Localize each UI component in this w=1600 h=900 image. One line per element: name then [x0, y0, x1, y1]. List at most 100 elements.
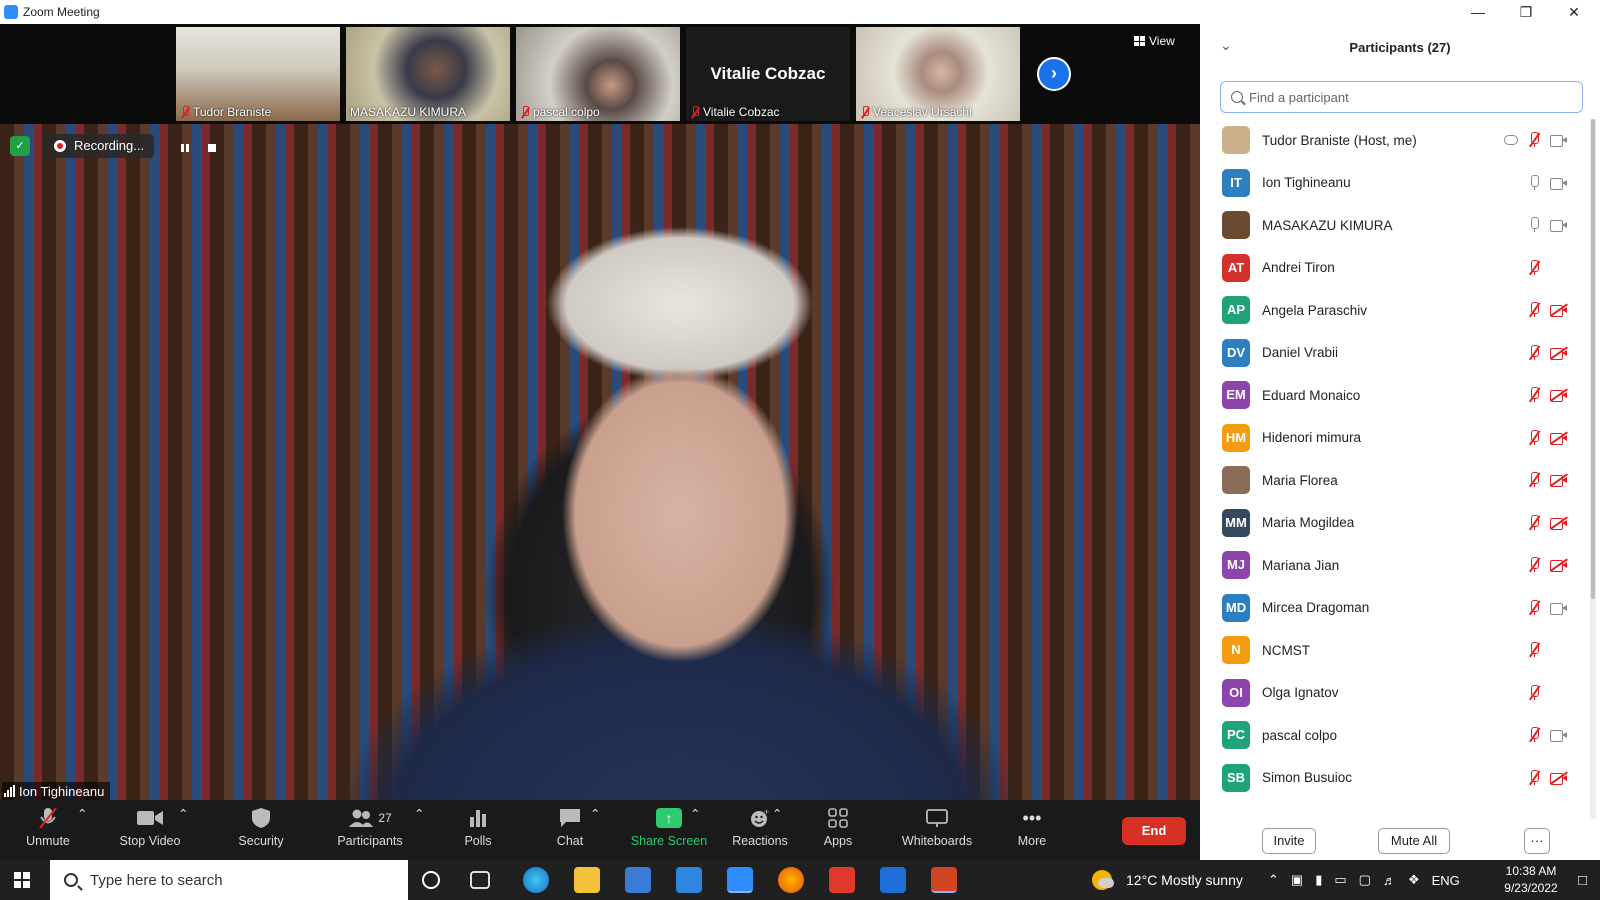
chat-caret-icon[interactable]: ⌃ [590, 806, 600, 821]
video-camera-icon[interactable] [1550, 602, 1568, 615]
participant-row[interactable]: MJ Mariana Jian [1200, 544, 1590, 586]
more-button[interactable]: ••• More [1002, 806, 1062, 849]
participant-row[interactable]: AT Andrei Tiron [1200, 247, 1590, 289]
mic-icon[interactable] [1528, 174, 1540, 191]
video-off-icon[interactable] [1550, 303, 1568, 317]
apps-button[interactable]: Apps [808, 806, 868, 848]
microphone-tray-icon[interactable]: ▮ [1315, 872, 1322, 888]
close-button[interactable]: ✕ [1551, 0, 1597, 24]
video-thumb-4[interactable]: Vitalie Cobzac Vitalie Cobzac [686, 27, 850, 121]
muted-mic-icon[interactable] [1528, 727, 1540, 743]
taskbar-clock[interactable]: 10:38 AM 9/23/2022 [1490, 863, 1572, 897]
video-thumb-3[interactable]: pascal colpo [516, 27, 680, 121]
mute-all-button[interactable]: Mute All [1378, 828, 1450, 854]
language-indicator[interactable]: ENG [1432, 873, 1460, 888]
view-button[interactable]: View [1134, 34, 1175, 48]
video-off-icon[interactable] [1550, 345, 1568, 360]
muted-mic-icon[interactable] [1528, 514, 1540, 531]
unmute-button[interactable]: Unmute [18, 806, 78, 848]
find-participant-input[interactable]: Find a participant [1220, 81, 1583, 113]
video-camera-icon[interactable] [1550, 177, 1568, 190]
cortana-icon[interactable] [422, 871, 440, 889]
participant-list-scrollbar[interactable] [1590, 119, 1596, 819]
taskbar-search-box[interactable]: Type here to search [50, 860, 408, 900]
participant-row[interactable]: OI Olga Ignatov [1200, 672, 1590, 714]
video-off-icon[interactable] [1550, 473, 1568, 487]
share-screen-button[interactable]: ↑ Share Screen [624, 806, 714, 848]
participants-caret-icon[interactable]: ⌃ [414, 806, 424, 821]
muted-mic-icon[interactable] [1528, 387, 1540, 403]
tray-overflow-chevron-icon[interactable]: ⌃ [1268, 872, 1279, 888]
desktop-app-icon[interactable] [880, 867, 906, 893]
video-thumb-1[interactable]: Tudor Braniste [176, 27, 340, 121]
weather-widget[interactable]: 12°C Mostly sunny [1092, 860, 1243, 900]
muted-mic-icon[interactable] [1528, 642, 1540, 658]
display-icon[interactable]: ▢ [1359, 872, 1371, 888]
mail-icon[interactable] [676, 867, 702, 893]
volume-icon[interactable]: ♬ [1383, 873, 1396, 888]
participant-row[interactable]: Maria Florea [1200, 459, 1590, 501]
reactions-button[interactable]: + Reactions [722, 806, 798, 848]
notifications-icon[interactable]: □ [1578, 860, 1587, 900]
video-options-caret-icon[interactable]: ⌃ [178, 806, 188, 821]
muted-mic-icon[interactable] [1528, 684, 1540, 701]
participant-row[interactable]: PC pascal colpo [1200, 714, 1590, 756]
muted-mic-icon[interactable] [1528, 599, 1540, 616]
video-camera-icon[interactable] [1550, 729, 1568, 742]
edge-browser-icon[interactable] [523, 867, 549, 893]
video-camera-icon[interactable] [1550, 134, 1568, 147]
muted-mic-icon[interactable] [1528, 302, 1540, 318]
file-explorer-icon[interactable] [574, 867, 600, 893]
microsoft-store-icon[interactable] [625, 867, 651, 893]
powerpoint-icon[interactable] [931, 867, 957, 893]
participants-button[interactable]: 27 Participants [330, 806, 410, 848]
zoom-taskbar-icon[interactable] [727, 867, 753, 893]
dropbox-icon[interactable]: ❖ [1408, 872, 1420, 888]
participant-row[interactable]: MASAKAZU KIMURA [1200, 204, 1590, 246]
muted-mic-icon[interactable] [1528, 472, 1540, 488]
muted-mic-icon[interactable] [1528, 769, 1540, 786]
video-off-icon[interactable] [1550, 388, 1568, 402]
video-thumb-5[interactable]: Veaceslav Ursachi [856, 27, 1020, 121]
video-thumb-2[interactable]: MASAKAZU KIMURA [346, 27, 510, 121]
whiteboards-button[interactable]: Whiteboards [892, 806, 982, 848]
more-options-button[interactable]: ··· [1524, 828, 1550, 854]
task-view-icon[interactable] [470, 871, 490, 889]
participant-row[interactable]: IT Ion Tighineanu [1200, 162, 1590, 204]
participant-row[interactable]: DV Daniel Vrabii [1200, 332, 1590, 374]
muted-mic-icon[interactable] [1528, 344, 1540, 361]
polls-button[interactable]: Polls [448, 806, 508, 848]
video-camera-icon[interactable] [1550, 219, 1568, 232]
mic-icon[interactable] [1528, 217, 1540, 233]
video-off-icon[interactable] [1550, 515, 1568, 530]
participant-row[interactable]: AP Angela Paraschiv [1200, 289, 1590, 331]
video-off-icon[interactable] [1550, 770, 1568, 785]
participant-row[interactable]: MD Mircea Dragoman [1200, 587, 1590, 629]
stop-recording-icon[interactable] [207, 140, 217, 152]
pause-recording-icon[interactable] [180, 140, 190, 152]
windows-start-icon[interactable] [14, 872, 30, 888]
muted-mic-icon[interactable] [1528, 259, 1540, 276]
minimize-button[interactable]: — [1455, 0, 1501, 24]
invite-button[interactable]: Invite [1262, 828, 1316, 854]
participant-row[interactable]: HM Hidenori mimura [1200, 417, 1590, 459]
participant-row[interactable]: Tudor Braniste (Host, me) [1200, 119, 1590, 161]
share-options-caret-icon[interactable]: ⌃ [690, 806, 700, 821]
participant-row[interactable]: MM Maria Mogildea [1200, 502, 1590, 544]
security-shield-icon[interactable]: ✓ [10, 136, 30, 156]
battery-icon[interactable]: ▭ [1334, 872, 1346, 888]
maximize-button[interactable]: ❐ [1503, 0, 1549, 24]
muted-mic-icon[interactable] [1528, 132, 1540, 148]
firefox-icon[interactable] [778, 867, 804, 893]
end-meeting-button[interactable]: End [1122, 817, 1186, 845]
security-button[interactable]: Security [226, 806, 296, 848]
video-off-icon[interactable] [1550, 558, 1568, 572]
muted-mic-icon[interactable] [1528, 429, 1540, 446]
participant-row[interactable]: SB Simon Busuioc [1200, 757, 1590, 799]
anydesk-icon[interactable] [829, 867, 855, 893]
muted-mic-icon[interactable] [1528, 557, 1540, 573]
recording-indicator[interactable]: Recording... [44, 134, 155, 158]
network-icon[interactable]: ▣ [1291, 872, 1303, 888]
participant-row[interactable]: N NCMST [1200, 629, 1590, 671]
reactions-caret-icon[interactable]: ⌃ [772, 806, 782, 821]
